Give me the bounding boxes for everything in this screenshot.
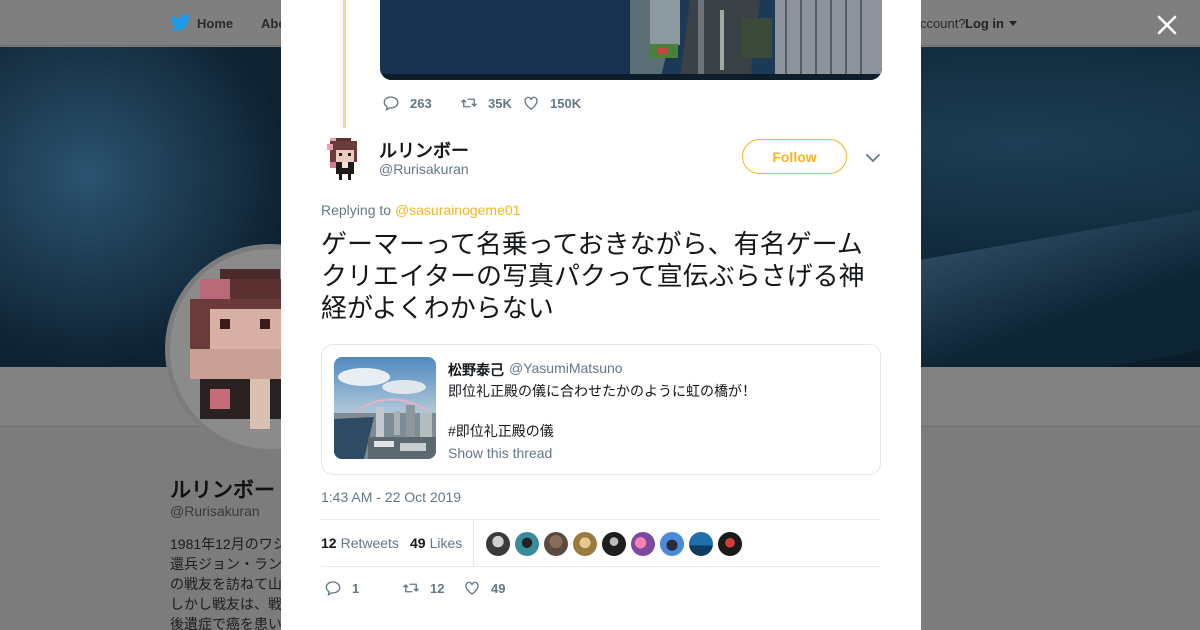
replying-to-link[interactable]: @sasurainogeme01 — [395, 202, 521, 218]
retweet-action[interactable]: 12 — [402, 578, 444, 598]
like-count: 49 — [491, 580, 506, 596]
quoted-author-handle: @YasumiMatsuno — [509, 360, 623, 376]
author-avatar[interactable] — [321, 135, 369, 183]
author-handle[interactable]: @Rurisakuran — [379, 161, 469, 177]
retweet-action[interactable]: 35K — [460, 93, 512, 113]
rainbow-city-photo — [334, 357, 436, 459]
tweet-modal: 263 35K 150K ルリンボー @Rurisakuran Follow R… — [281, 0, 921, 630]
reply-icon — [325, 581, 341, 597]
tweet-text: ゲーマーって名乗っておきながら、有名ゲームクリエイターの写真パクって宣伝ぶらさげ… — [321, 229, 865, 323]
quoted-hashtag[interactable]: #即位礼正殿の儀 — [448, 421, 554, 441]
liker-avatar[interactable] — [689, 532, 713, 556]
chevron-down-icon[interactable] — [865, 151, 881, 165]
liker-avatar[interactable] — [631, 532, 655, 556]
retweet-count: 12 — [430, 580, 445, 596]
quoted-tweet[interactable]: 松野泰己 @YasumiMatsuno 即位礼正殿の儀に合わせたかのように虹の橋… — [321, 344, 881, 475]
liker-avatar[interactable] — [573, 532, 597, 556]
heart-icon — [524, 96, 538, 110]
likes-stat-label: Likes — [429, 535, 463, 551]
retweet-icon — [403, 583, 419, 593]
retweets-stat-count: 12 — [321, 535, 337, 551]
liker-avatar[interactable] — [544, 532, 568, 556]
like-action[interactable]: 150K — [522, 93, 581, 113]
quoted-tweet-image — [334, 357, 436, 459]
replying-to: Replying to @sasurainogeme01 — [321, 202, 520, 218]
follow-button[interactable]: Follow — [742, 139, 847, 174]
tweet-timestamp[interactable]: 1:43 AM - 22 Oct 2019 — [321, 489, 461, 505]
retweets-stat-label: Retweets — [340, 535, 399, 551]
twitter-bird-icon[interactable] — [170, 13, 192, 33]
quoted-text: 即位礼正殿の儀に合わせたかのように虹の橋が！ — [448, 383, 756, 399]
profile-bio: 1981年12月のワシ 還兵ジョン・ラン の戦友を訪ねて山 しかし戦友は、戦 後… — [170, 534, 285, 630]
liker-avatar[interactable] — [602, 532, 626, 556]
liker-avatar[interactable] — [515, 532, 539, 556]
like-count: 150K — [550, 95, 582, 111]
caret-down-icon[interactable] — [1009, 21, 1017, 26]
reply-action[interactable]: 263 — [382, 93, 432, 113]
quoted-author-name: 松野泰己 — [448, 362, 504, 378]
reply-count: 1 — [352, 580, 360, 596]
thread-connector-line — [343, 0, 346, 128]
bio-line: しかし戦友は、戦 — [170, 596, 282, 612]
reply-count: 263 — [410, 95, 432, 111]
city-photo — [380, 0, 882, 80]
login-link[interactable]: Log in — [965, 16, 1004, 31]
bio-line: の戦友を訪ねて山 — [170, 576, 282, 592]
profile-handle: @Rurisakuran — [170, 503, 260, 519]
tweet-stats: 12 Retweets 49 Likes — [321, 519, 881, 567]
liker-avatar[interactable] — [718, 532, 742, 556]
show-thread-link[interactable]: Show this thread — [448, 445, 552, 461]
liker-avatar[interactable] — [660, 532, 684, 556]
nav-home-link[interactable]: Home — [197, 16, 233, 31]
likes-stat[interactable]: 49 Likes — [410, 535, 462, 551]
like-action[interactable]: 49 — [463, 578, 505, 598]
author-name[interactable]: ルリンボー — [379, 137, 469, 163]
retweet-count: 35K — [488, 95, 512, 111]
replying-prefix: Replying to — [321, 202, 392, 218]
bio-line: 還兵ジョン・ラン — [170, 556, 282, 572]
reply-action[interactable]: 1 — [324, 578, 359, 598]
bio-line: 後遺症で癌を患い — [170, 616, 282, 630]
reply-icon — [383, 96, 399, 112]
banner-sea — [900, 210, 1200, 367]
account-prompt: ccount? — [920, 16, 966, 31]
retweets-stat[interactable]: 12 Retweets — [321, 535, 399, 551]
likes-stat-count: 49 — [410, 535, 426, 551]
close-icon[interactable] — [1154, 12, 1180, 38]
profile-name: ルリンボー — [170, 479, 275, 502]
previous-tweet-media[interactable] — [380, 0, 882, 80]
retweet-icon — [461, 98, 477, 108]
stats-divider — [473, 520, 474, 567]
liker-avatar[interactable] — [486, 532, 510, 556]
bio-line: 1981年12月のワシ — [170, 536, 285, 552]
heart-icon — [465, 581, 479, 595]
